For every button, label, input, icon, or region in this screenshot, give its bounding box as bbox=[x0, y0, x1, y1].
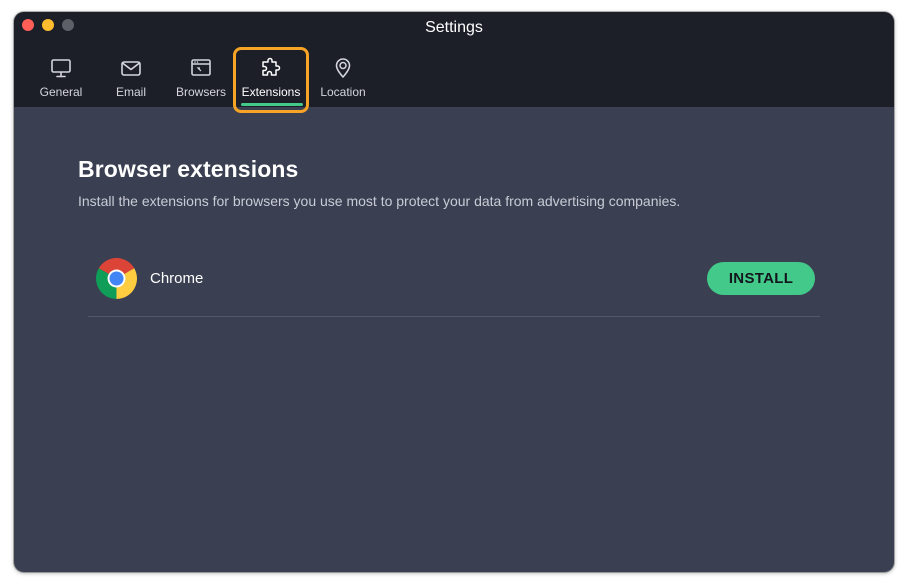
tab-general[interactable]: General bbox=[36, 52, 86, 106]
location-pin-icon bbox=[335, 58, 351, 78]
tab-email[interactable]: Email bbox=[108, 52, 154, 106]
browser-window-icon bbox=[191, 59, 211, 76]
page-subtitle: Install the extensions for browsers you … bbox=[78, 193, 681, 209]
tab-extensions-label: Extensions bbox=[241, 85, 301, 99]
page-title: Browser extensions bbox=[78, 156, 299, 182]
active-tab-indicator bbox=[241, 103, 303, 106]
extension-row-chrome: Chrome INSTALL bbox=[88, 248, 820, 317]
tab-general-label: General bbox=[39, 85, 83, 99]
tab-location-label: Location bbox=[320, 85, 366, 99]
monitor-icon bbox=[51, 59, 71, 78]
tab-location[interactable]: Location bbox=[316, 52, 370, 106]
envelope-icon bbox=[121, 61, 141, 76]
install-button[interactable]: INSTALL bbox=[707, 262, 815, 295]
window-title: Settings bbox=[425, 19, 483, 36]
tab-extensions[interactable]: Extensions bbox=[240, 52, 302, 106]
settings-window: Settings General Email Browsers Extensio… bbox=[14, 12, 894, 572]
titlebar: Settings General Email Browsers Extensio… bbox=[14, 12, 894, 113]
extension-name: Chrome bbox=[150, 270, 204, 287]
tab-browsers[interactable]: Browsers bbox=[173, 52, 229, 106]
puzzle-icon bbox=[262, 57, 281, 76]
chrome-logo-icon bbox=[96, 258, 137, 299]
tab-browsers-label: Browsers bbox=[175, 85, 226, 99]
tab-email-label: Email bbox=[115, 85, 146, 99]
